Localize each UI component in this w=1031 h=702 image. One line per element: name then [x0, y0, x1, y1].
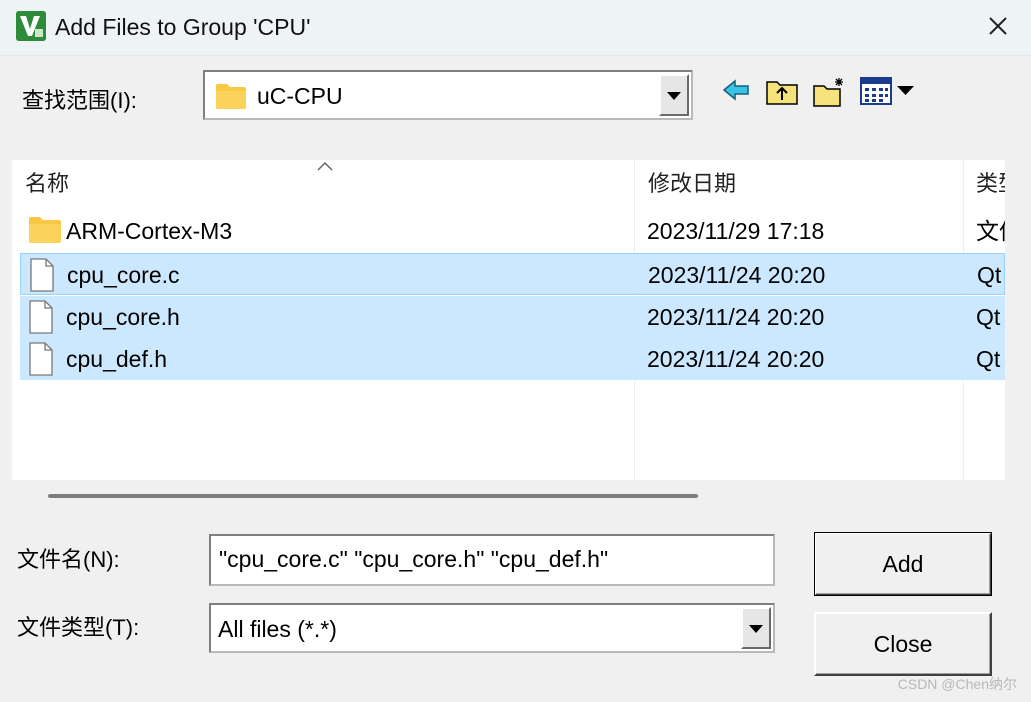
horizontal-scrollbar[interactable]: [48, 494, 698, 498]
file-date: 2023/11/24 20:20: [647, 304, 825, 330]
lookin-label: 查找范围(I):: [22, 88, 137, 113]
filetype-dropdown-button[interactable]: [741, 607, 771, 649]
file-name: cpu_def.h: [66, 346, 168, 372]
file-date: 2023/11/29 17:18: [647, 218, 825, 244]
folder-icon: [28, 214, 62, 249]
file-name: cpu_core.h: [66, 304, 180, 330]
list-item-arm-cortex-m3[interactable]: ARM-Cortex-M3 2023/11/29 17:18 文件夹: [20, 210, 1005, 252]
back-arrow-icon[interactable]: [722, 76, 750, 104]
column-header-name[interactable]: 名称: [25, 168, 69, 200]
file-list[interactable]: 名称 修改日期 类型 ARM-Cortex-M3 2023/11/29 17:1…: [12, 160, 1005, 480]
lookin-dropdown-button[interactable]: [659, 74, 689, 116]
filetype-label: 文件类型(T):: [17, 615, 140, 640]
view-menu-icon[interactable]: [860, 76, 918, 106]
close-icon[interactable]: [982, 10, 1014, 42]
add-button[interactable]: Add: [814, 532, 992, 596]
file-type: Qt: [977, 262, 1002, 288]
sort-ascending-icon: [317, 161, 333, 171]
file-icon: [29, 258, 55, 297]
lookin-combobox[interactable]: uC-CPU: [203, 70, 693, 120]
list-item-cpu-def-h[interactable]: cpu_def.h 2023/11/24 20:20 Qt: [20, 338, 1005, 380]
file-type: Qt: [976, 304, 1001, 330]
filename-input[interactable]: "cpu_core.c" "cpu_core.h" "cpu_def.h": [209, 534, 775, 586]
folder-icon: [215, 82, 247, 115]
file-name: ARM-Cortex-M3: [66, 218, 233, 244]
list-item-cpu-core-c[interactable]: cpu_core.c 2023/11/24 20:20 Qt: [20, 253, 1005, 295]
file-date: 2023/11/24 20:20: [647, 346, 825, 372]
up-folder-icon[interactable]: [765, 76, 799, 106]
watermark: CSDN @Chen纳尔: [897, 676, 1017, 692]
close-button[interactable]: Close: [814, 612, 992, 676]
window-title: Add Files to Group 'CPU': [55, 14, 311, 40]
filetype-value: All files (*.*): [218, 616, 337, 642]
file-icon: [28, 342, 54, 381]
file-icon: [28, 300, 54, 339]
filename-value: "cpu_core.c" "cpu_core.h" "cpu_def.h": [219, 546, 609, 572]
filename-label: 文件名(N):: [17, 547, 120, 572]
file-type: 文件夹: [976, 218, 1005, 244]
file-date: 2023/11/24 20:20: [648, 262, 826, 288]
filetype-combobox[interactable]: All files (*.*): [209, 603, 775, 653]
list-item-cpu-core-h[interactable]: cpu_core.h 2023/11/24 20:20 Qt: [20, 296, 1005, 338]
lookin-value: uC-CPU: [257, 83, 343, 109]
column-header-type[interactable]: 类型: [976, 168, 1005, 200]
file-type: Qt: [976, 346, 1001, 372]
keil-uvision-icon: [16, 11, 46, 41]
title-bar: Add Files to Group 'CPU': [0, 0, 1031, 56]
column-header-date[interactable]: 修改日期: [648, 168, 736, 200]
file-name: cpu_core.c: [67, 262, 180, 288]
new-folder-icon[interactable]: [812, 76, 848, 108]
